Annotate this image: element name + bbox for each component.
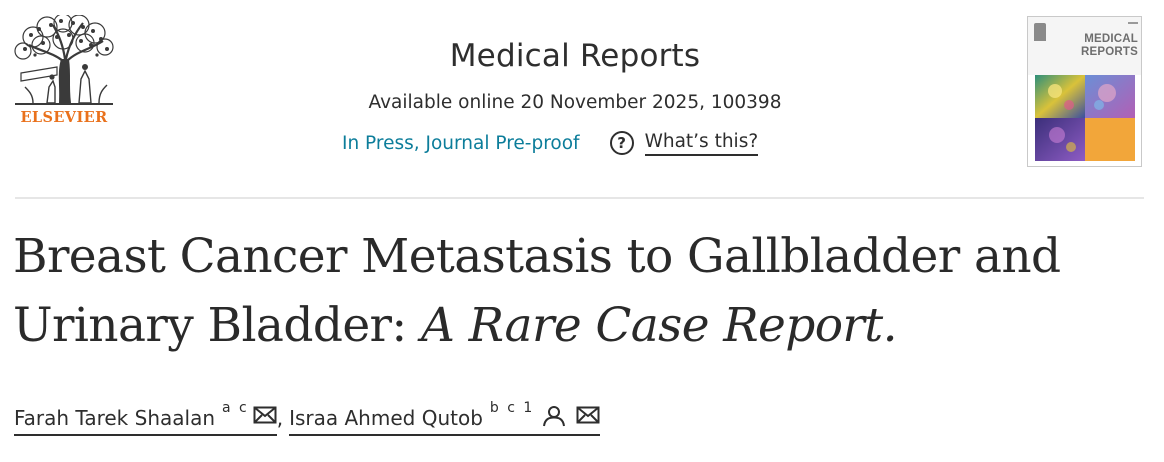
author-affiliations[interactable]: b c 1 bbox=[490, 400, 534, 416]
author-2[interactable]: Israa Ahmed Qutob b c 1 bbox=[289, 400, 601, 436]
whats-this-link[interactable]: What’s this? bbox=[644, 131, 759, 156]
article-title: Breast Cancer Metastasis to Gallbladder … bbox=[13, 222, 1153, 360]
elsevier-tree-icon bbox=[14, 15, 114, 105]
cover-title-line2: REPORTS bbox=[1081, 46, 1138, 58]
author-affiliations[interactable]: a c bbox=[222, 400, 249, 416]
author-name[interactable]: Farah Tarek Shaalan bbox=[14, 406, 215, 430]
cover-title-line1: MEDICAL bbox=[1084, 33, 1138, 45]
cover-title: MEDICAL REPORTS bbox=[1076, 33, 1138, 59]
person-icon[interactable] bbox=[542, 405, 566, 427]
question-circle-icon[interactable]: ? bbox=[609, 131, 634, 155]
article-status: In Press, Journal Pre-proof ? What’s thi… bbox=[342, 128, 759, 158]
in-press-link[interactable]: In Press, Journal Pre-proof bbox=[342, 133, 580, 154]
envelope-icon[interactable] bbox=[253, 405, 277, 425]
publication-date: Available online 20 November 2025, 10039… bbox=[368, 92, 782, 113]
cover-bar bbox=[1128, 22, 1138, 24]
cover-artwork bbox=[1035, 75, 1135, 161]
article-header: ELSEVIER Medical Reports Available onlin… bbox=[0, 0, 1164, 198]
author-name[interactable]: Israa Ahmed Qutob bbox=[289, 406, 483, 430]
journal-title[interactable]: Medical Reports bbox=[290, 38, 860, 74]
header-divider bbox=[15, 197, 1144, 199]
author-1[interactable]: Farah Tarek Shaalan a c bbox=[14, 400, 277, 436]
cover-publisher-icon bbox=[1034, 23, 1046, 41]
author-separator: , bbox=[276, 406, 284, 430]
author-list: Farah Tarek Shaalan a c , Israa Ahmed Qu… bbox=[14, 400, 601, 440]
article-title-italic: A Rare Case Report. bbox=[421, 298, 898, 353]
envelope-icon[interactable] bbox=[576, 405, 600, 425]
journal-cover-thumbnail[interactable]: MEDICAL REPORTS bbox=[1027, 16, 1142, 167]
publisher-logo[interactable]: ELSEVIER bbox=[13, 15, 115, 130]
publisher-wordmark: ELSEVIER bbox=[20, 109, 108, 126]
